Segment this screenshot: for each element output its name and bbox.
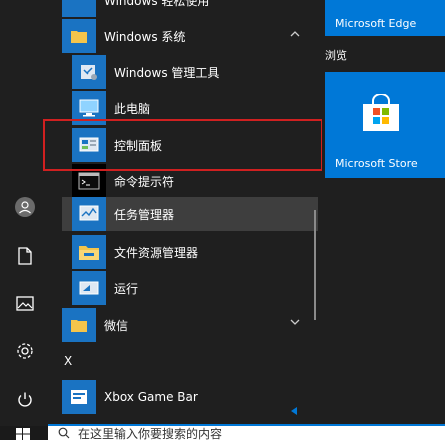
section-letter-x[interactable]: X (64, 354, 72, 368)
power-icon (18, 392, 32, 407)
task-manager-icon (72, 197, 106, 231)
list-item-xbox-game-bar[interactable]: Xbox Game Bar (62, 379, 312, 415)
store-bag-icon (363, 94, 399, 131)
windows-logo-icon (16, 428, 30, 440)
tile-label: Microsoft Edge (335, 17, 417, 30)
run-icon (72, 271, 106, 305)
list-item-run[interactable]: 运行 (72, 270, 312, 306)
folder-icon (62, 308, 96, 342)
power-button[interactable] (0, 378, 50, 422)
folder-windows-system[interactable]: Windows 系统 (62, 18, 312, 54)
list-item-label: Windows 轻松使用 (104, 0, 210, 8)
list-item-label: 命令提示符 (114, 174, 175, 189)
folder-wechat[interactable]: 微信 (62, 307, 312, 343)
list-item-label: 运行 (114, 281, 139, 296)
list-item-windows-ease[interactable]: Windows 轻松使用 (62, 0, 312, 18)
admin-tools-icon (72, 55, 106, 89)
picture-icon (16, 295, 34, 311)
search-icon (58, 427, 70, 439)
start-rail (0, 0, 50, 440)
gear-icon (17, 343, 33, 359)
pictures-button[interactable] (0, 281, 50, 325)
list-item-windows-admin-tools[interactable]: Windows 管理工具 (72, 54, 312, 90)
tile-microsoft-store[interactable]: Microsoft Store (325, 72, 445, 178)
list-item-label: 此电脑 (114, 101, 151, 116)
user-account-button[interactable] (0, 185, 50, 229)
xbox-icon (62, 380, 96, 414)
folder-icon (62, 0, 96, 17)
chevron-up-icon (290, 31, 300, 37)
tile-microsoft-edge[interactable]: Microsoft Edge (325, 0, 445, 36)
list-item-label: 文件资源管理器 (114, 245, 199, 260)
chevron-down-icon (290, 319, 300, 325)
tile-area: Microsoft Edge 浏览 Microsoft Store (322, 0, 445, 430)
settings-button[interactable] (0, 329, 50, 373)
search-text: 在这里输入你要搜索的内容 (78, 426, 223, 440)
tile-label: Microsoft Store (335, 157, 418, 170)
user-icon (15, 197, 35, 217)
list-item-label: Xbox Game Bar (104, 390, 198, 404)
scroll-indicator-icon (291, 407, 297, 415)
list-item-label: Windows 管理工具 (114, 65, 220, 80)
file-explorer-icon (72, 235, 106, 269)
app-list: Windows 轻松使用 Windows 系统 Windows 管理工具 此电脑… (50, 0, 318, 430)
list-item-file-explorer[interactable]: 文件资源管理器 (72, 234, 312, 270)
search-box[interactable]: 在这里输入你要搜索的内容 (48, 424, 445, 440)
app-list-scrollbar[interactable] (314, 210, 316, 320)
list-item-label: 任务管理器 (114, 207, 175, 222)
tile-group-title: 浏览 (325, 49, 347, 62)
start-button[interactable] (0, 426, 48, 440)
list-item-task-manager[interactable]: 任务管理器 (62, 197, 318, 231)
folder-label: 微信 (104, 318, 129, 333)
document-icon (18, 247, 32, 265)
documents-button[interactable] (0, 234, 50, 278)
folder-label: Windows 系统 (104, 29, 186, 44)
highlight-box (43, 119, 323, 171)
folder-icon (62, 19, 96, 53)
